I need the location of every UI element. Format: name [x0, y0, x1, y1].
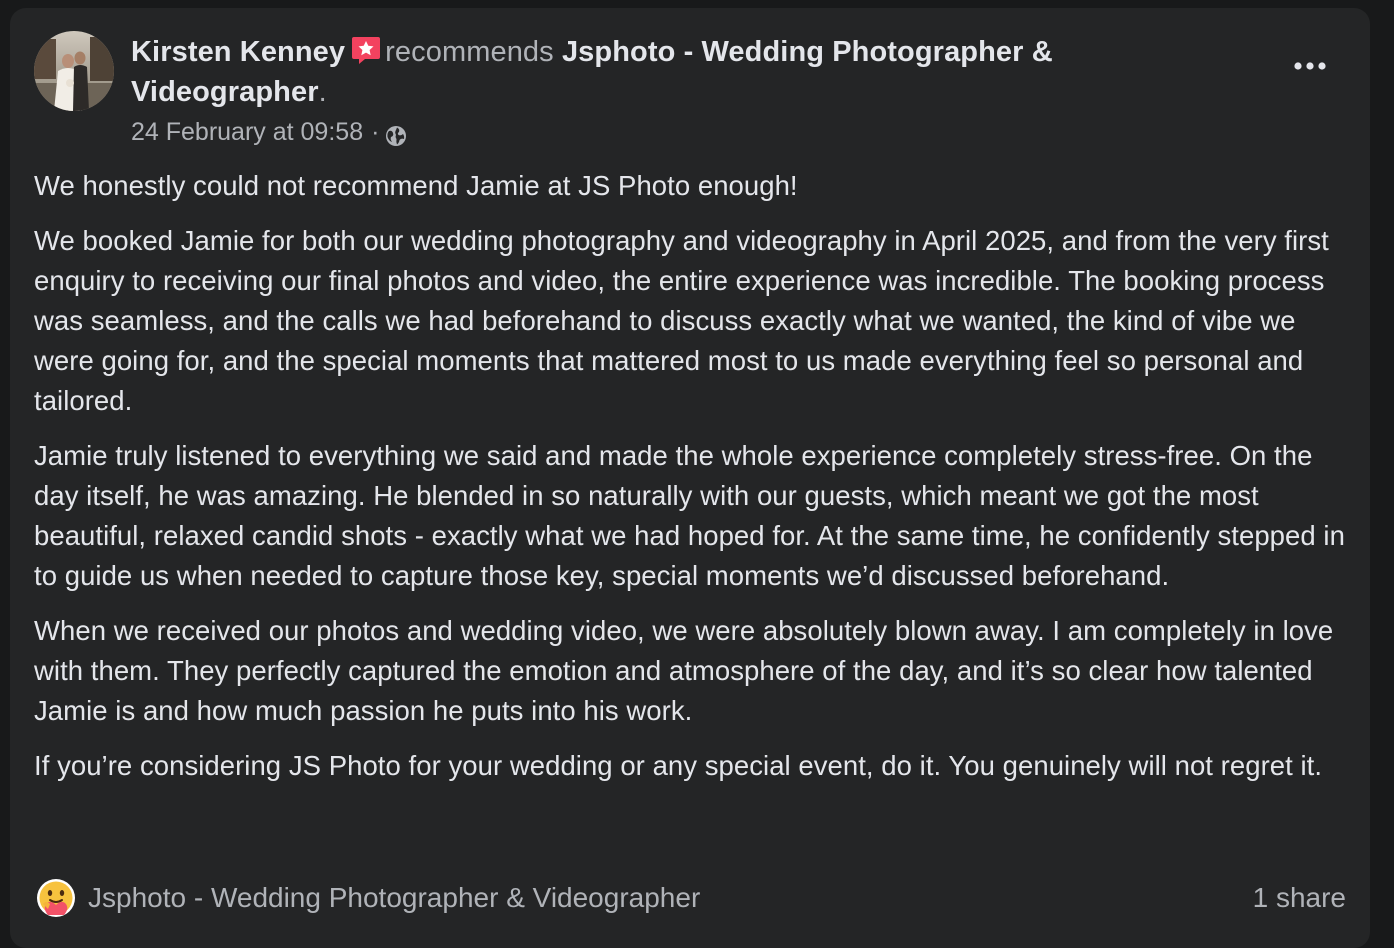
post-paragraph: We booked Jamie for both our wedding pho… — [34, 225, 1329, 416]
reactions-summary[interactable]: Jsphoto - Wedding Photographer & Videogr… — [36, 878, 700, 918]
meta-separator: · — [371, 118, 380, 146]
share-count[interactable]: 1 share — [1253, 882, 1346, 914]
more-options-button[interactable] — [1290, 50, 1330, 82]
care-reaction-icon — [37, 879, 75, 917]
post-timestamp[interactable]: 24 February at 09:58 — [131, 112, 363, 152]
post-paragraph: When we received our photos and wedding … — [34, 615, 1334, 726]
post-paragraph: Jamie truly listened to everything we sa… — [34, 440, 1345, 591]
post-paragraph: If you’re considering JS Photo for your … — [34, 750, 1323, 781]
post-paragraph: We honestly could not recommend Jamie at… — [34, 170, 798, 201]
author-avatar[interactable] — [34, 31, 114, 111]
recommendation-star-icon — [351, 35, 381, 65]
post-card: Kirsten Kenney recommends Jsphoto - Weddi… — [10, 8, 1370, 948]
more-options-icon — [1294, 62, 1326, 70]
post-body: We honestly could not recommend Jamie at… — [34, 166, 1352, 801]
post-footer: Jsphoto - Wedding Photographer & Videogr… — [36, 876, 1346, 920]
author-name[interactable]: Kirsten Kenney — [131, 36, 345, 68]
globe-icon[interactable] — [384, 120, 408, 146]
header-period: . — [318, 76, 327, 108]
reaction-label: Jsphoto - Wedding Photographer & Videogr… — [88, 882, 701, 913]
post-header: Kirsten Kenney recommends Jsphoto - Weddi… — [131, 32, 1131, 112]
recommends-text: recommends — [385, 36, 554, 68]
post-meta: 24 February at 09:58 · — [131, 112, 408, 152]
avatar-photo — [34, 31, 114, 111]
